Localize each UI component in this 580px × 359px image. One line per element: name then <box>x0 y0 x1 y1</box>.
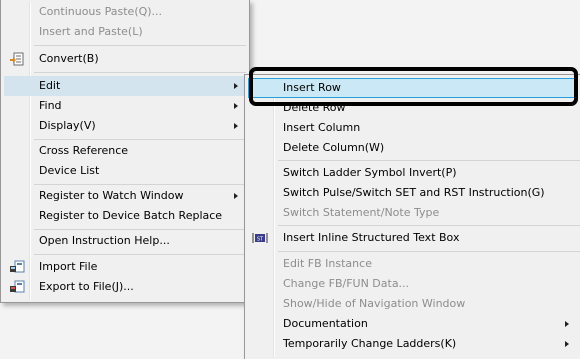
menu-item-label: Insert Row <box>283 81 341 94</box>
menu-item-label: Delete Row <box>283 101 346 114</box>
menu-item-show-hide-navigation-window[interactable]: Show/Hide of Navigation Window <box>248 294 577 314</box>
menu-item-temporarily-change-ladders[interactable]: Temporarily Change Ladders(K) <box>248 334 577 354</box>
menu-item-edit-fb-instance[interactable]: Edit FB Instance <box>248 254 577 274</box>
menu-item-continuous-paste[interactable]: Continuous Paste(Q)... <box>4 2 246 22</box>
menu-item-register-device-batch-replace[interactable]: Register to Device Batch Replace <box>4 206 246 226</box>
menu-separator <box>278 225 580 226</box>
menu-item-open-instruction-help[interactable]: Open Instruction Help... <box>4 231 246 251</box>
menu-item-label: Cross Reference <box>39 144 129 157</box>
menu-item-label: Show/Hide of Navigation Window <box>283 297 466 310</box>
menu-item-label: Switch Pulse/Switch SET and RST Instruct… <box>283 186 545 199</box>
menu-separator <box>278 251 580 252</box>
menu-item-convert[interactable]: Convert(B) <box>4 49 246 69</box>
edit-submenu: Insert Row Delete Row Insert Column Dele… <box>244 74 580 359</box>
menu-item-label: Insert and Paste(L) <box>39 25 143 38</box>
menu-item-device-list[interactable]: Device List <box>4 161 246 181</box>
menu-item-delete-row[interactable]: Delete Row <box>248 98 577 118</box>
menu-item-label: Device List <box>39 164 100 177</box>
menu-item-insert-column[interactable]: Insert Column <box>248 118 577 138</box>
menu-separator <box>34 139 246 140</box>
menu-item-documentation[interactable]: Documentation <box>248 314 577 334</box>
menu-item-edit[interactable]: Edit <box>4 76 246 96</box>
submenu-arrow-icon <box>234 123 238 129</box>
menu-item-insert-and-paste[interactable]: Insert and Paste(L) <box>4 22 246 42</box>
context-menu: Continuous Paste(Q)... Insert and Paste(… <box>0 0 250 303</box>
menu-item-change-fb-fun-data[interactable]: Change FB/FUN Data... <box>248 274 577 294</box>
menu-item-insert-inline-st-box[interactable]: ST Insert Inline Structured Text Box <box>248 228 577 248</box>
menu-item-label: Register to Watch Window <box>39 189 184 202</box>
import-file-icon <box>9 259 25 275</box>
menu-item-label: Switch Statement/Note Type <box>283 206 440 219</box>
menu-separator <box>34 184 246 185</box>
submenu-arrow-icon <box>565 321 569 327</box>
menu-item-label: Export to File(J)... <box>39 280 134 293</box>
menu-item-cross-reference[interactable]: Cross Reference <box>4 141 246 161</box>
menu-item-label: Edit <box>39 79 61 92</box>
menu-item-label: Switch Ladder Symbol Invert(P) <box>283 166 457 179</box>
inline-st-icon: ST <box>252 230 268 246</box>
menu-item-label: Import File <box>39 260 98 273</box>
submenu-arrow-icon <box>565 341 569 347</box>
submenu-arrow-icon <box>234 83 238 89</box>
menu-item-label: Register to Device Batch Replace <box>39 209 223 222</box>
menu-item-label: Continuous Paste(Q)... <box>39 5 163 18</box>
menu-item-label: Insert Inline Structured Text Box <box>283 231 460 244</box>
submenu-arrow-icon <box>234 193 238 199</box>
convert-icon <box>9 51 25 67</box>
menu-item-label: Open Instruction Help... <box>39 234 170 247</box>
menu-item-switch-pulse-set-rst[interactable]: Switch Pulse/Switch SET and RST Instruct… <box>248 183 577 203</box>
menu-item-switch-statement-note-type[interactable]: Switch Statement/Note Type <box>248 203 577 223</box>
menu-item-display[interactable]: Display(V) <box>4 116 246 136</box>
export-file-icon <box>9 279 25 295</box>
menu-separator <box>34 45 246 46</box>
menu-separator <box>278 160 580 161</box>
menu-item-label: Documentation <box>283 317 368 330</box>
menu-item-find[interactable]: Find <box>4 96 246 116</box>
svg-text:ST: ST <box>257 237 264 243</box>
menu-item-label: Change FB/FUN Data... <box>283 277 410 290</box>
menu-item-label: Display(V) <box>39 119 96 132</box>
menu-item-label: Delete Column(W) <box>283 141 385 154</box>
menu-item-switch-ladder-symbol-invert[interactable]: Switch Ladder Symbol Invert(P) <box>248 163 577 183</box>
menu-item-delete-column[interactable]: Delete Column(W) <box>248 138 577 158</box>
menu-separator <box>34 72 246 73</box>
menu-item-label: Find <box>39 99 62 112</box>
menu-separator <box>34 254 246 255</box>
submenu-arrow-icon <box>234 103 238 109</box>
menu-item-export-file[interactable]: Export to File(J)... <box>4 277 246 297</box>
menu-item-import-file[interactable]: Import File <box>4 257 246 277</box>
menu-item-label: Temporarily Change Ladders(K) <box>283 337 457 350</box>
menu-item-register-watch-window[interactable]: Register to Watch Window <box>4 186 246 206</box>
menu-item-label: Insert Column <box>283 121 361 134</box>
menu-separator <box>34 229 246 230</box>
menu-item-label: Edit FB Instance <box>283 257 372 270</box>
menu-item-label: Convert(B) <box>39 52 99 65</box>
menu-item-insert-row[interactable]: Insert Row <box>248 78 577 98</box>
